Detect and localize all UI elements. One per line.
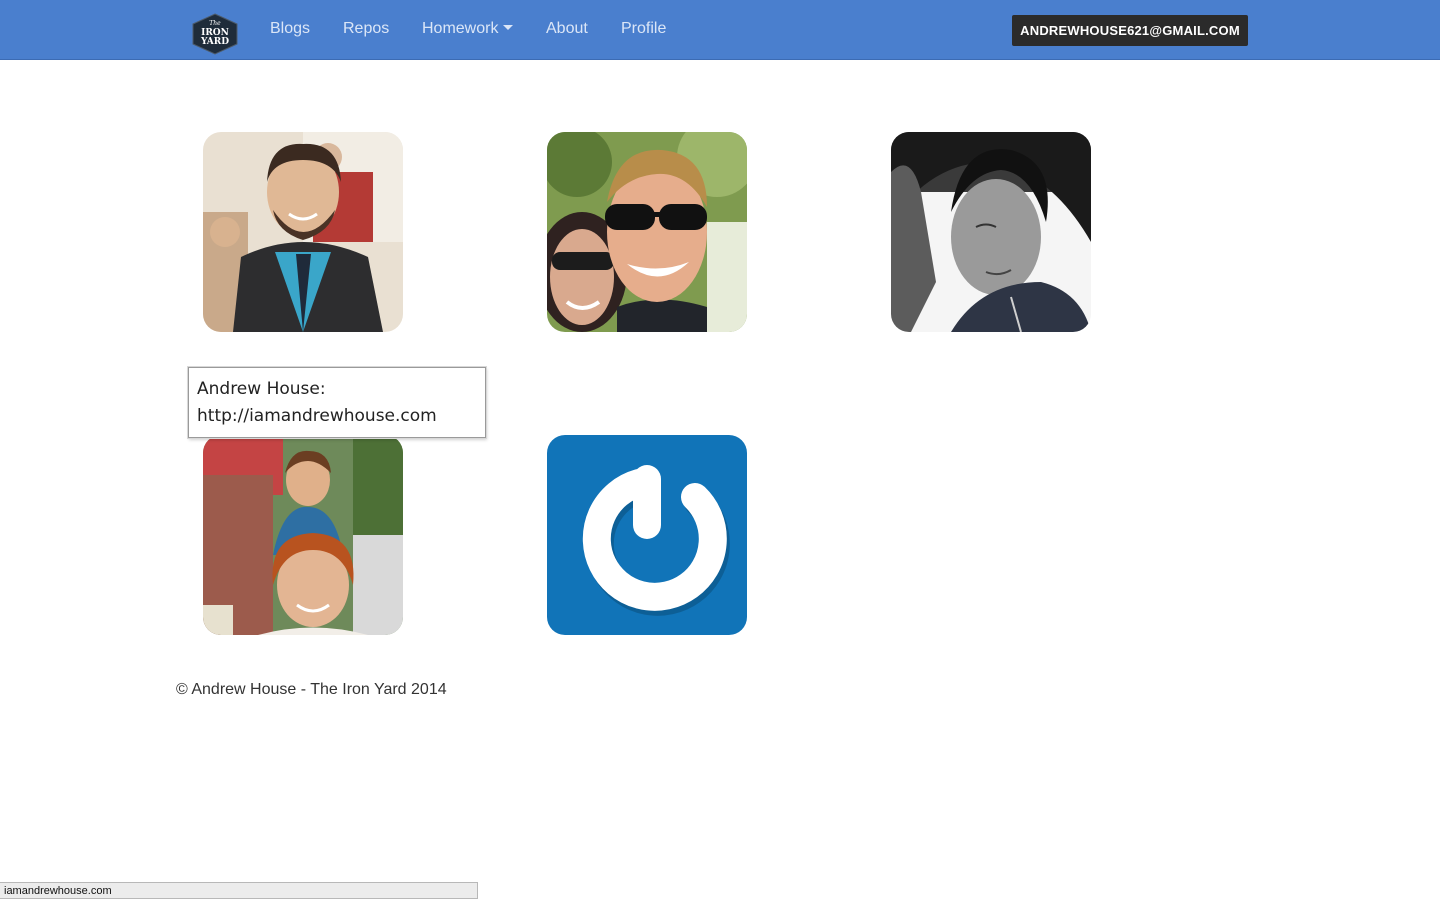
avatar-tooltip: Andrew House: http://iamandrewhouse.com — [188, 367, 486, 438]
top-navbar: The IRON YARD Blogs Repos Homework About… — [0, 0, 1440, 60]
browser-status-bar: iamandrewhouse.com — [0, 882, 478, 899]
nav-link-repos[interactable]: Repos — [343, 20, 389, 38]
avatar-student-2[interactable] — [547, 132, 747, 332]
svg-text:YARD: YARD — [200, 37, 229, 47]
iron-yard-logo-icon[interactable]: The IRON YARD — [191, 13, 239, 55]
nav-dropdown-homework-label: Homework — [422, 20, 499, 37]
user-email-button[interactable]: ANDREWHOUSE621@GMAIL.COM — [1012, 15, 1248, 46]
tooltip-name: Andrew House: — [197, 379, 326, 399]
avatar-student-1[interactable] — [203, 132, 403, 332]
nav-link-about[interactable]: About — [546, 20, 588, 38]
avatar-student-3[interactable] — [891, 132, 1091, 332]
caret-down-icon — [503, 25, 514, 31]
footer-copyright: © Andrew House - The Iron Yard 2014 — [176, 681, 447, 698]
nav-dropdown-homework[interactable]: Homework — [422, 20, 514, 38]
svg-text:The: The — [209, 20, 221, 27]
avatar-gravatar-default[interactable] — [547, 435, 747, 635]
avatar-student-4[interactable] — [203, 435, 403, 635]
nav-link-blogs[interactable]: Blogs — [270, 20, 310, 38]
nav-link-profile[interactable]: Profile — [621, 20, 666, 38]
tooltip-url: http://iamandrewhouse.com — [197, 406, 437, 426]
